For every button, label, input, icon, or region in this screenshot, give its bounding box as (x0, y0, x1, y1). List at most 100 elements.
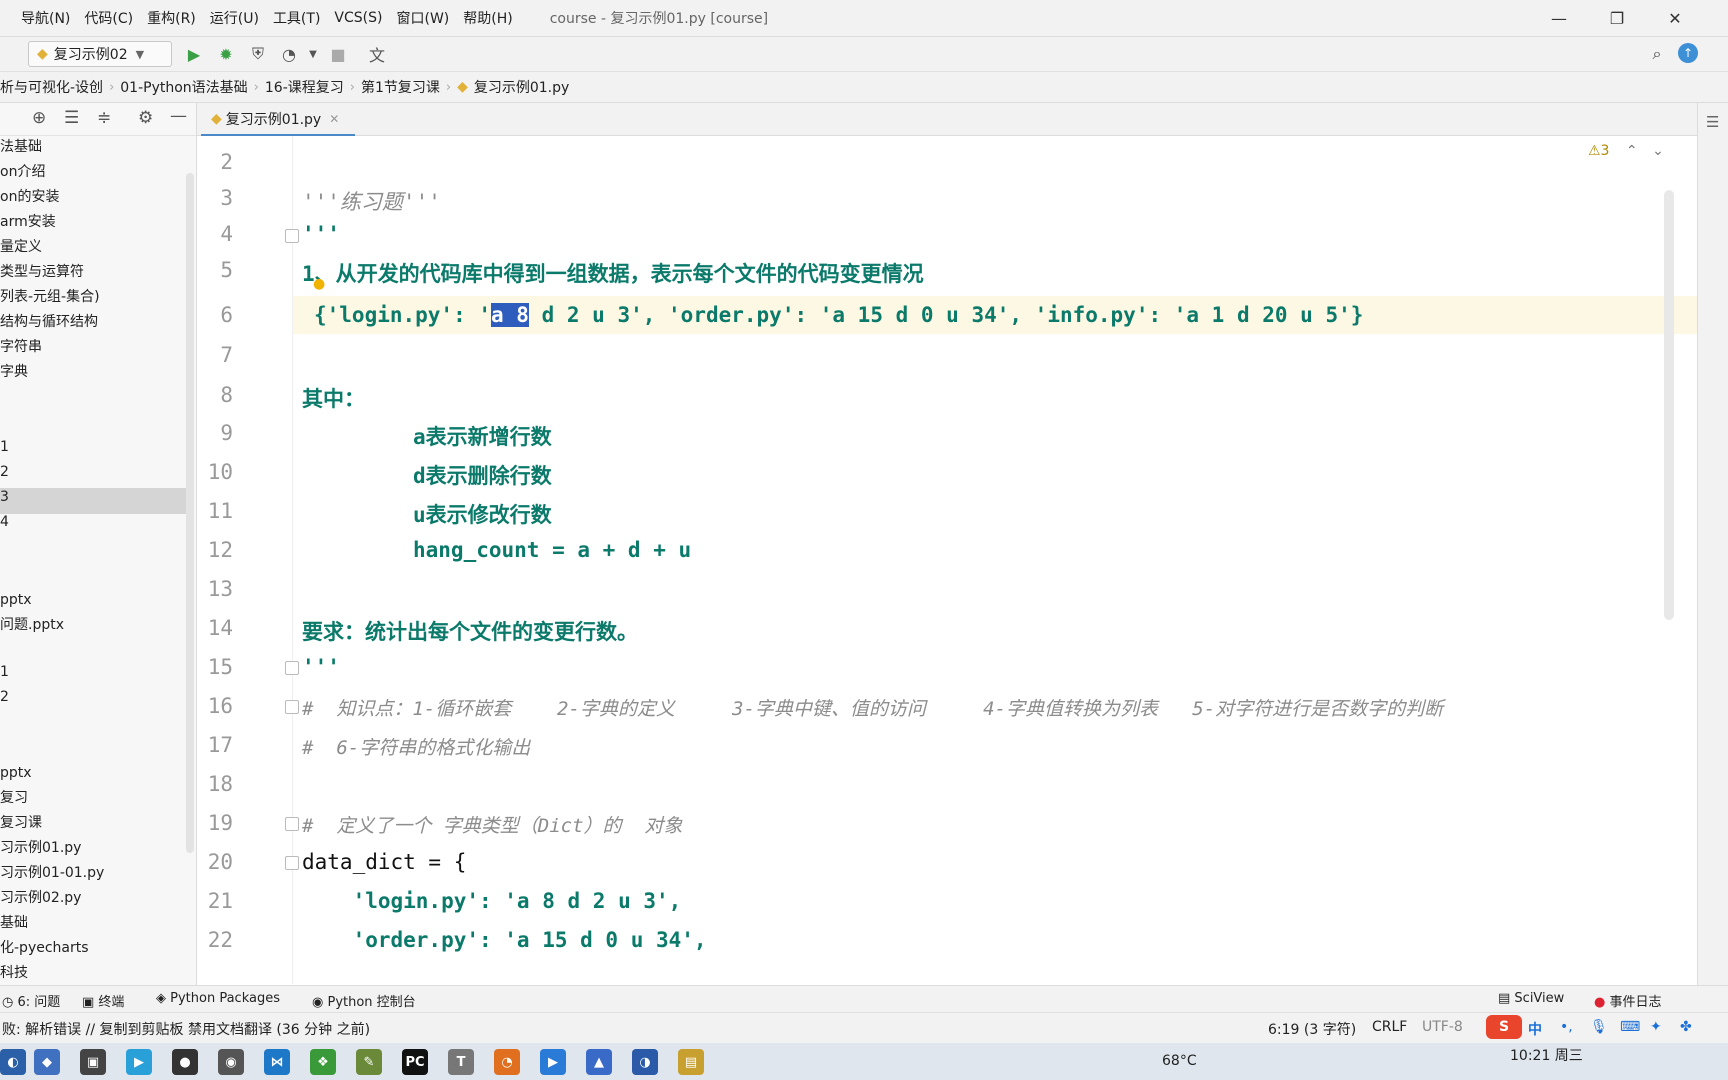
breadcrumb-item[interactable]: 16-课程复习 (259, 77, 350, 97)
taskbar-app-icon[interactable]: ▲ (586, 1049, 612, 1075)
run-button[interactable]: ▶ (183, 43, 205, 65)
tree-item[interactable]: 列表-元组-集合) (0, 285, 100, 309)
taskbar-app-icon[interactable]: ◉ (218, 1049, 244, 1075)
fold-marker[interactable] (285, 817, 299, 831)
taskbar-app-icon[interactable]: ◐ (0, 1049, 26, 1075)
tree-item[interactable]: 1 (0, 435, 9, 459)
microphone-icon[interactable]: 🎙 (1590, 1019, 1608, 1035)
chevron-up-icon[interactable]: ⌃ (1626, 143, 1638, 159)
editor-scrollbar[interactable] (1664, 190, 1674, 620)
minimize-button[interactable]: — (1530, 0, 1588, 36)
problems-tool-button[interactable]: ◷ 6: 问题 (2, 991, 60, 1010)
menu-window[interactable]: 窗口(W) (389, 8, 456, 28)
tree-item[interactable]: 复习 (0, 786, 28, 810)
breadcrumb-item[interactable]: 析与可视化-设创 (0, 77, 109, 97)
tree-item[interactable]: 基础 (0, 911, 28, 935)
fold-marker[interactable] (285, 856, 299, 870)
collapse-all-icon[interactable]: ≑ (97, 108, 111, 128)
close-window-button[interactable]: ✕ (1646, 0, 1704, 36)
taskbar-app-icon[interactable]: ✎ (356, 1049, 382, 1075)
restore-button[interactable]: ❐ (1588, 0, 1646, 36)
menu-code[interactable]: 代码(C) (77, 8, 140, 28)
tree-item[interactable]: 习示例02.py (0, 886, 81, 910)
skin-icon[interactable]: ✦ (1650, 1019, 1662, 1035)
clock[interactable]: 10:21 周三 (1510, 1045, 1583, 1065)
vscode-icon[interactable]: ⋈ (264, 1049, 290, 1075)
python-console-tool-button[interactable]: ◉ Python 控制台 (312, 991, 416, 1010)
tree-item[interactable]: 结构与循环结构 (0, 310, 98, 334)
stop-button[interactable]: ■ (327, 43, 349, 65)
status-message[interactable]: 败: 解析错误 // 复制到剪贴板 禁用文档翻译 (36 分钟 之前) (2, 1019, 370, 1039)
profile-button[interactable]: ◔ (278, 43, 300, 65)
menu-navigate[interactable]: 导航(N) (14, 8, 77, 28)
event-log-tool-button[interactable]: ● 事件日志 (1594, 991, 1662, 1010)
tree-item[interactable]: 2 (0, 460, 9, 484)
fold-marker[interactable] (285, 700, 299, 714)
code-editor[interactable]: 2 3 4 5 6 7 8 9 10 11 12 13 14 15 16 17 … (197, 136, 1697, 984)
coverage-button[interactable]: ⛨ (247, 43, 269, 65)
menu-vcs[interactable]: VCS(S) (327, 10, 389, 26)
tree-item[interactable]: 习示例01.py (0, 836, 81, 860)
tree-item[interactable]: arm安装 (0, 210, 56, 234)
ime-mode[interactable]: 中 (1528, 1019, 1542, 1039)
inspection-widget[interactable]: ⚠3 ⌃ ⌄ (1588, 143, 1664, 159)
taskbar-app-icon[interactable]: ▶ (540, 1049, 566, 1075)
taskbar-app-icon[interactable]: ◆ (34, 1049, 60, 1075)
tree-item[interactable]: 习示例01-01.py (0, 861, 104, 885)
lightbulb-icon[interactable]: ● (313, 276, 325, 292)
taskbar-app-icon[interactable]: ◔ (494, 1049, 520, 1075)
menu-refactor[interactable]: 重构(R) (140, 8, 203, 28)
tree-item[interactable]: 类型与运算符 (0, 260, 84, 284)
tree-item[interactable]: 复习课 (0, 811, 42, 835)
typora-icon[interactable]: T (448, 1049, 474, 1075)
punctuation-icon[interactable]: •, (1560, 1019, 1573, 1035)
tree-item[interactable]: 1 (0, 660, 9, 684)
python-packages-tool-button[interactable]: ◈ Python Packages (156, 991, 280, 1006)
taskbar-app-icon[interactable]: ▶ (126, 1049, 152, 1075)
gear-icon[interactable]: ⚙ (138, 108, 153, 128)
tree-item[interactable]: 字典 (0, 360, 28, 384)
taskbar-app-icon[interactable]: ❖ (310, 1049, 336, 1075)
tree-item[interactable]: pptx (0, 588, 32, 612)
tree-item[interactable]: on介绍 (0, 160, 45, 184)
tree-item[interactable]: pptx (0, 761, 32, 785)
database-icon[interactable]: ☰ (1706, 113, 1719, 131)
tree-item[interactable]: 化-pyecharts (0, 936, 89, 960)
file-explorer-icon[interactable]: ▤ (678, 1049, 704, 1075)
line-separator[interactable]: CRLF (1372, 1019, 1407, 1035)
tree-item[interactable]: 问题.pptx (0, 613, 64, 637)
taskbar-app-icon[interactable]: ● (172, 1049, 198, 1075)
profile-dropdown[interactable]: ▼ (302, 43, 324, 65)
breadcrumb-item[interactable]: 第1节复习课 (355, 77, 446, 97)
run-configuration-select[interactable]: ◆ 复习示例02 ▼ (28, 41, 172, 67)
keyboard-icon[interactable]: ⌨ (1620, 1019, 1640, 1035)
update-button[interactable]: ↑ (1678, 43, 1698, 63)
tree-item[interactable]: 科技 (0, 961, 28, 985)
caret-position[interactable]: 6:19 (3 字符) (1268, 1019, 1356, 1039)
fold-marker[interactable] (285, 661, 299, 675)
close-tab-icon[interactable]: ✕ (329, 112, 339, 126)
search-button[interactable]: ⌕ (1646, 43, 1668, 65)
file-encoding[interactable]: UTF-8 (1422, 1019, 1463, 1035)
tree-item[interactable]: 字符串 (0, 335, 42, 359)
tab-file[interactable]: ◆ 复习示例01.py ✕ (201, 103, 355, 137)
sciview-tool-button[interactable]: ▤ SciView (1498, 991, 1564, 1006)
fold-marker[interactable] (285, 229, 299, 243)
pycharm-icon[interactable]: PC (402, 1049, 428, 1075)
locate-icon[interactable]: ⊕ (32, 108, 46, 128)
tree-item[interactable]: 2 (0, 685, 9, 709)
tree-item[interactable]: 3 (0, 485, 9, 509)
tree-item[interactable]: 4 (0, 510, 9, 534)
hide-panel-icon[interactable]: — (170, 106, 187, 126)
breadcrumb-item[interactable]: 01-Python语法基础 (114, 77, 253, 97)
menu-run[interactable]: 运行(U) (203, 8, 266, 28)
breadcrumb-item[interactable]: 复习示例01.py (468, 77, 575, 97)
taskbar-app-icon[interactable]: ▣ (80, 1049, 106, 1075)
menu-help[interactable]: 帮助(H) (456, 8, 519, 28)
menu-tools[interactable]: 工具(T) (266, 8, 327, 28)
terminal-tool-button[interactable]: ▣ 终端 (82, 991, 124, 1010)
debug-button[interactable]: ✹ (215, 43, 237, 65)
expand-all-icon[interactable]: ☰ (64, 108, 79, 128)
translate-button[interactable]: 文 (366, 43, 388, 65)
chevron-down-icon[interactable]: ⌄ (1652, 143, 1664, 159)
